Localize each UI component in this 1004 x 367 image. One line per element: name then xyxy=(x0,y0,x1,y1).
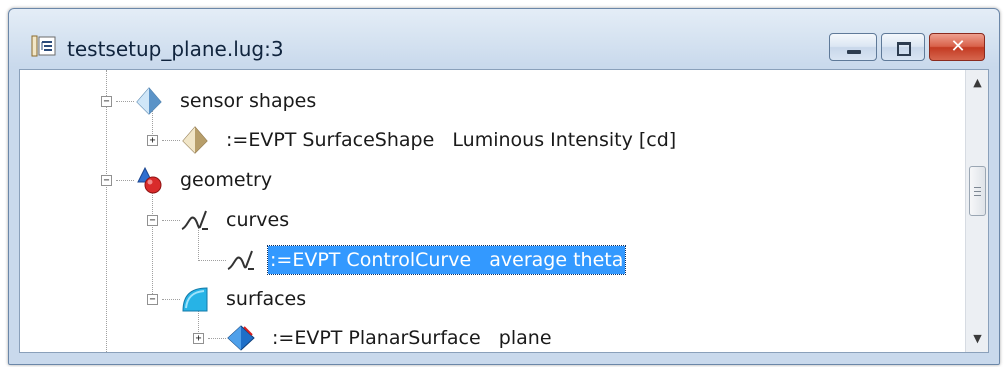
tree-connector xyxy=(116,101,134,102)
vertical-scrollbar[interactable]: ▲ ▼ xyxy=(965,70,988,352)
collapse-toggle[interactable]: − xyxy=(101,96,112,107)
control-curve-icon xyxy=(227,250,254,270)
tree-connector xyxy=(116,180,134,181)
close-button[interactable]: ✕ xyxy=(929,33,985,61)
scroll-up-icon[interactable]: ▲ xyxy=(966,72,988,94)
file-tree-icon xyxy=(31,35,56,57)
close-icon: ✕ xyxy=(950,36,966,57)
tree-connector xyxy=(198,260,226,261)
surface-shape-icon xyxy=(182,126,208,154)
collapse-toggle[interactable]: − xyxy=(147,215,158,226)
tree-node-label[interactable]: :=EVPT PlanarSurface plane xyxy=(270,324,554,352)
grip-line xyxy=(974,187,981,188)
tree-node-label[interactable]: sensor shapes xyxy=(178,87,318,115)
tree-node-label[interactable]: curves xyxy=(224,206,291,234)
grip-line xyxy=(974,191,981,192)
app-window: testsetup_plane.lug:3 ✕ − sensor shapes … xyxy=(8,8,1000,365)
collapse-toggle[interactable]: − xyxy=(101,175,112,186)
maximize-button[interactable] xyxy=(881,33,925,61)
tree-connector xyxy=(106,70,107,352)
curves-icon xyxy=(181,210,208,230)
maximize-icon xyxy=(897,42,911,56)
window-title: testsetup_plane.lug:3 xyxy=(67,37,284,61)
minimize-icon xyxy=(847,50,861,54)
sensor-shapes-icon xyxy=(136,87,162,115)
tree-panel: − sensor shapes + :=EVPT SurfaceShape Lu… xyxy=(19,69,989,353)
collapse-toggle[interactable]: − xyxy=(147,294,158,305)
geometry-icon xyxy=(137,166,162,194)
minimize-button[interactable] xyxy=(829,33,877,61)
tree-connector xyxy=(208,338,226,339)
tree-node-label-selected[interactable]: :=EVPT ControlCurve average theta xyxy=(266,245,627,275)
title-bar[interactable]: testsetup_plane.lug:3 ✕ xyxy=(9,9,999,69)
expand-toggle[interactable]: + xyxy=(147,135,158,146)
tree-node-label[interactable]: :=EVPT SurfaceShape Luminous Intensity [… xyxy=(224,126,678,154)
scrollbar-thumb[interactable] xyxy=(969,166,986,216)
tree-connector xyxy=(162,299,180,300)
tree-connector xyxy=(152,186,153,300)
tree-node-label[interactable]: geometry xyxy=(178,166,274,194)
grip-line xyxy=(974,195,981,196)
planar-surface-icon xyxy=(227,325,255,351)
tree-view[interactable]: − sensor shapes + :=EVPT SurfaceShape Lu… xyxy=(20,70,965,352)
tree-connector xyxy=(162,220,180,221)
surfaces-icon xyxy=(182,287,208,312)
tree-node-label[interactable]: surfaces xyxy=(224,285,308,313)
tree-connector xyxy=(162,140,180,141)
expand-toggle[interactable]: + xyxy=(193,333,204,344)
scroll-down-icon[interactable]: ▼ xyxy=(966,328,988,350)
